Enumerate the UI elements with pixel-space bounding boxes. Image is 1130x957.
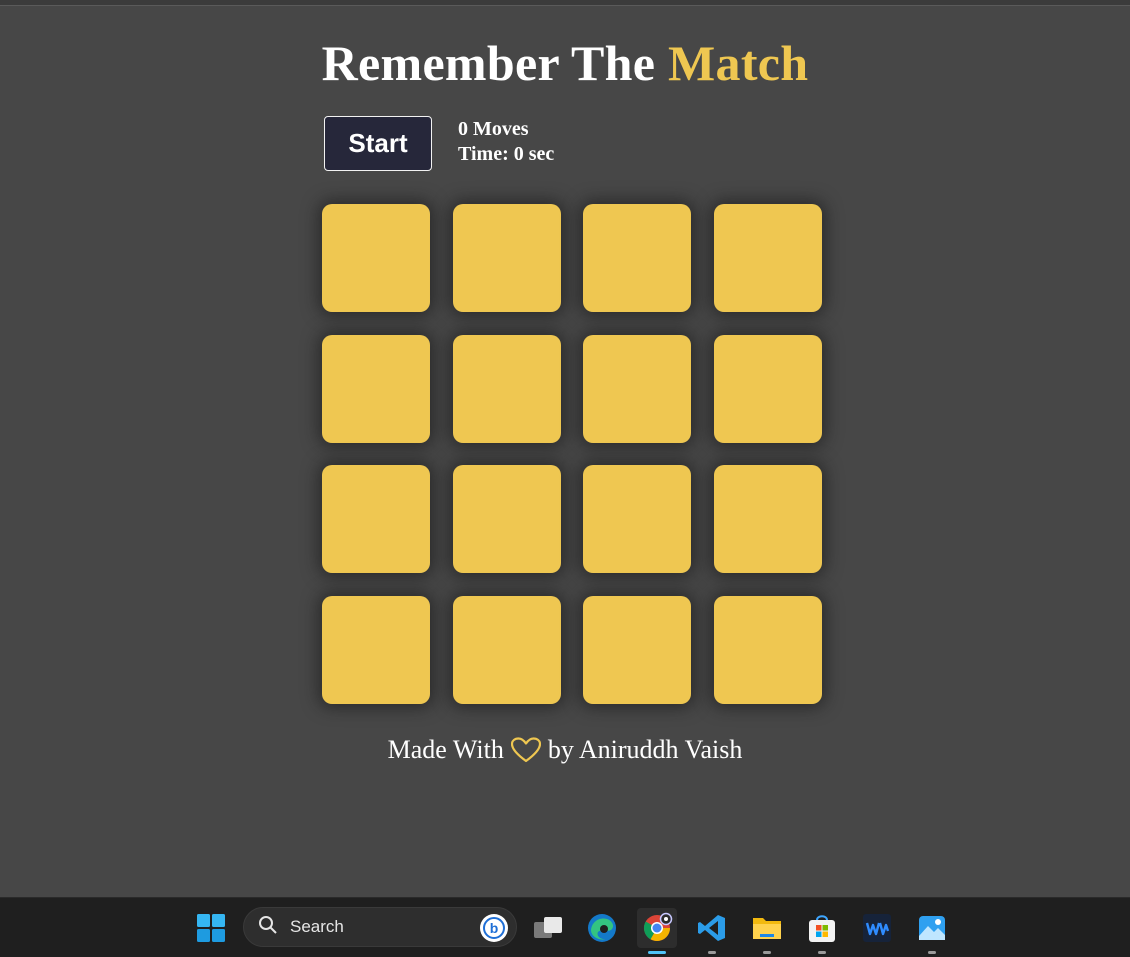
waves-app-icon[interactable] xyxy=(857,908,897,948)
card-5[interactable] xyxy=(322,334,430,443)
moves-counter: 0 Moves xyxy=(458,118,529,140)
card-9[interactable] xyxy=(322,465,430,574)
vscode-icon[interactable] xyxy=(692,908,732,954)
card-14[interactable] xyxy=(452,595,561,704)
card-grid xyxy=(322,204,822,704)
edge-icon[interactable] xyxy=(582,908,622,948)
card-6[interactable] xyxy=(452,334,561,443)
card-12[interactable] xyxy=(713,465,822,574)
card-11[interactable] xyxy=(583,465,692,574)
card-2[interactable] xyxy=(452,204,561,312)
title-prefix: Remember The xyxy=(321,35,656,91)
title-accent: Match xyxy=(668,35,809,91)
active-app-indicator xyxy=(648,951,666,954)
taskbar-search-box[interactable]: Search b xyxy=(243,907,517,947)
card-4[interactable] xyxy=(713,204,822,312)
search-icon xyxy=(258,915,278,940)
footer-text-after: by Aniruddh Vaish xyxy=(547,735,743,764)
card-13[interactable] xyxy=(322,595,430,704)
card-3[interactable] xyxy=(583,204,692,312)
file-explorer-icon[interactable] xyxy=(747,908,787,954)
running-app-indicator xyxy=(763,951,771,954)
footer-text-before: Made With xyxy=(387,735,504,764)
running-app-indicator xyxy=(818,951,826,954)
game-stats: 0 Moves Time: 0 sec xyxy=(458,117,554,167)
card-1[interactable] xyxy=(322,204,430,312)
heart-outline-icon xyxy=(510,737,541,763)
windows-start-icon[interactable] xyxy=(191,908,231,948)
windows-taskbar: Search b xyxy=(0,897,1130,957)
search-placeholder: Search xyxy=(290,917,344,936)
page-title: Remember The Match xyxy=(0,34,1130,92)
svg-text:b: b xyxy=(490,920,499,936)
start-button[interactable]: Start xyxy=(324,116,432,171)
running-app-indicator xyxy=(708,951,716,954)
game-page: Remember The Match Start 0 Moves Time: 0… xyxy=(0,6,1130,897)
chrome-icon[interactable] xyxy=(637,908,677,954)
card-7[interactable] xyxy=(583,334,692,443)
task-view-icon[interactable] xyxy=(528,908,568,948)
card-8[interactable] xyxy=(713,334,822,443)
footer-credit: Made With by Aniruddh Vaish xyxy=(0,735,1130,765)
photos-icon[interactable] xyxy=(912,908,952,954)
timer: Time: 0 sec xyxy=(458,143,555,165)
card-15[interactable] xyxy=(583,595,692,704)
running-app-indicator xyxy=(928,951,936,954)
card-10[interactable] xyxy=(452,465,561,574)
bing-icon[interactable]: b xyxy=(480,914,508,942)
microsoft-store-icon[interactable] xyxy=(802,908,842,954)
card-16[interactable] xyxy=(713,595,822,704)
